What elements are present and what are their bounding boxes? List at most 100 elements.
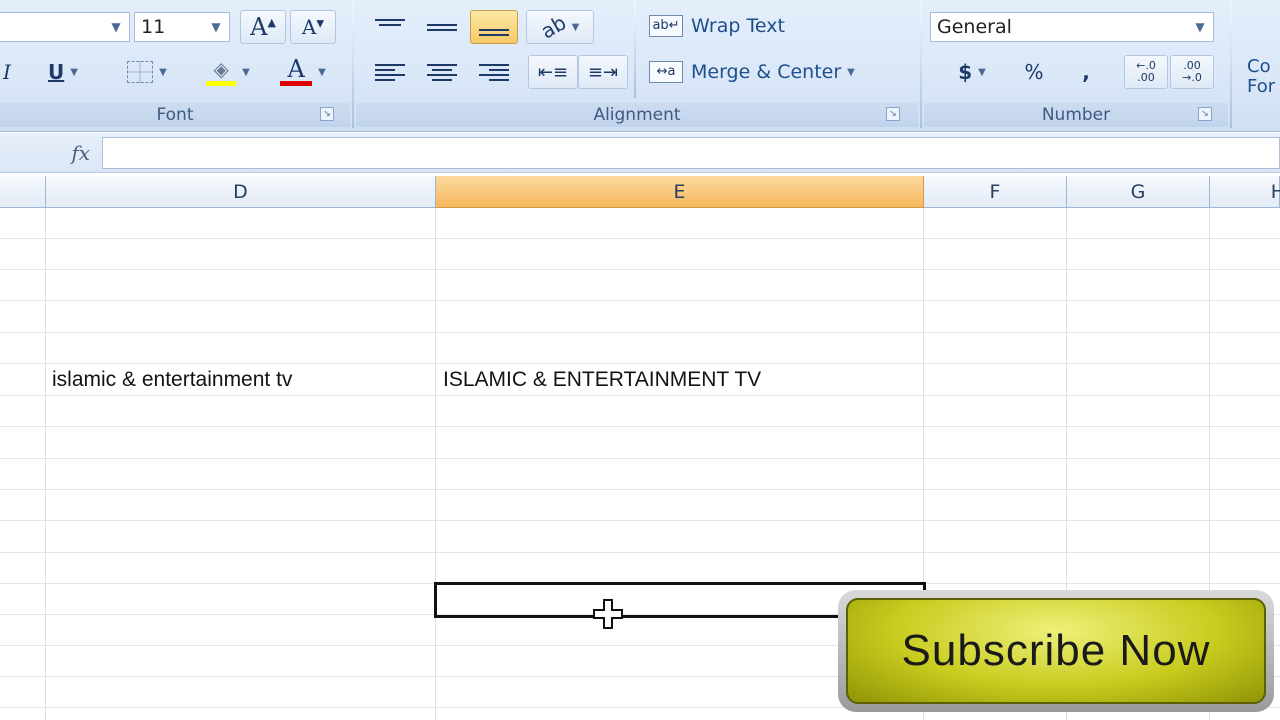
conditional-formatting-button[interactable]: Co For: [1240, 52, 1280, 102]
alignment-group-label: Alignment: [356, 103, 918, 127]
align-right-button[interactable]: [470, 55, 518, 89]
group-divider: [920, 2, 922, 128]
column-header-label: E: [673, 181, 686, 203]
currency-icon: $: [958, 60, 973, 84]
column-header-label: F: [989, 181, 1001, 203]
align-center-button[interactable]: [418, 55, 466, 89]
shrink-font-icon: A▼: [301, 15, 325, 39]
font-size-combo[interactable]: 11 ▼: [134, 12, 230, 42]
column-header-c[interactable]: [0, 176, 46, 208]
merge-center-button[interactable]: ↔a Merge & Center ▼: [648, 55, 910, 89]
increase-indent-icon: ≡⇥: [587, 61, 619, 83]
align-center-icon: [427, 63, 457, 81]
decrease-decimal-icon: .00 →.0: [1182, 59, 1202, 84]
formula-input[interactable]: [102, 137, 1280, 169]
chevron-down-icon: ▼: [159, 66, 167, 78]
gridline: [0, 426, 1280, 427]
shrink-font-button[interactable]: A▼: [290, 10, 336, 44]
italic-button[interactable]: I: [0, 55, 14, 89]
percent-style-button[interactable]: %: [1012, 55, 1056, 89]
gridline: [0, 520, 1280, 521]
font-group-label: Font: [0, 103, 350, 127]
decrease-indent-button[interactable]: ⇤≡: [528, 55, 578, 89]
chevron-down-icon: ▼: [111, 20, 121, 34]
group-divider: [1230, 2, 1232, 128]
middle-align-button[interactable]: [418, 8, 466, 42]
column-header-e[interactable]: E: [436, 176, 924, 208]
gridline: [0, 363, 1280, 364]
decrease-indent-icon: ⇤≡: [537, 61, 569, 83]
gridline: [0, 269, 1280, 270]
merge-center-icon: ↔a: [649, 61, 683, 83]
gridline: [0, 300, 1280, 301]
bottom-align-icon: [479, 28, 509, 36]
gridline: [0, 332, 1280, 333]
number-format-combo[interactable]: General ▼: [930, 12, 1214, 42]
formula-bar: fx: [0, 133, 1280, 173]
fx-icon: fx: [71, 141, 90, 165]
column-header-h[interactable]: H: [1210, 176, 1280, 208]
number-dialog-launcher-icon[interactable]: ↘: [1198, 107, 1212, 121]
decrease-decimal-button[interactable]: .00 →.0: [1170, 55, 1214, 89]
font-color-button[interactable]: A ▼: [270, 55, 336, 89]
comma-icon: ,: [1082, 60, 1090, 84]
wrap-text-icon: ab↵: [649, 15, 683, 37]
borders-button[interactable]: ▼: [112, 55, 182, 89]
insert-function-button[interactable]: fx: [0, 137, 102, 169]
orientation-button[interactable]: ab ▼: [526, 10, 594, 44]
grow-font-button[interactable]: A▲: [240, 10, 286, 44]
gridline: [45, 208, 46, 720]
align-left-icon: [375, 63, 405, 81]
chevron-down-icon: ▼: [70, 66, 78, 78]
column-header-label: D: [233, 181, 248, 203]
number-format-value: General: [937, 16, 1012, 38]
align-left-button[interactable]: [366, 55, 414, 89]
wrap-text-button[interactable]: ab↵ Wrap Text: [648, 9, 818, 43]
fill-color-button[interactable]: ◈ ▼: [196, 55, 260, 89]
bottom-align-button[interactable]: [470, 10, 518, 44]
chevron-down-icon: ▼: [847, 66, 855, 78]
merge-center-label: Merge & Center: [691, 61, 842, 83]
chevron-down-icon: ▼: [1195, 20, 1205, 34]
group-divider: [352, 2, 354, 128]
chevron-down-icon: ▼: [242, 66, 250, 78]
chevron-down-icon: ▼: [211, 20, 221, 34]
column-header-f[interactable]: F: [924, 176, 1067, 208]
underline-button[interactable]: U ▼: [28, 55, 98, 89]
number-group-label: Number: [924, 103, 1228, 127]
cell-e-text[interactable]: ISLAMIC & ENTERTAINMENT TV: [443, 368, 761, 392]
italic-icon: I: [3, 60, 11, 84]
top-align-icon: [375, 19, 405, 31]
subscribe-now-face: Subscribe Now: [846, 598, 1266, 704]
grow-font-icon: A▲: [250, 13, 276, 41]
borders-icon: [127, 61, 154, 83]
column-header-g[interactable]: G: [1067, 176, 1210, 208]
group-divider: [634, 2, 636, 98]
orientation-icon: ab: [536, 10, 570, 44]
font-dialog-launcher-icon[interactable]: ↘: [320, 107, 334, 121]
conditional-formatting-label-2: For: [1247, 76, 1276, 97]
gridline: [0, 238, 1280, 239]
chevron-down-icon: ▼: [978, 66, 986, 78]
increase-decimal-icon: ←.0.00: [1136, 59, 1156, 84]
subscribe-now-label: Subscribe Now: [901, 626, 1211, 675]
gridline: [0, 552, 1280, 553]
cell-select-cursor-icon: [593, 599, 623, 629]
conditional-formatting-label-1: Co: [1247, 56, 1271, 77]
accounting-format-button[interactable]: $ ▼: [934, 55, 1010, 89]
increase-decimal-button[interactable]: ←.0.00: [1124, 55, 1168, 89]
align-right-icon: [479, 63, 509, 81]
middle-align-icon: [427, 19, 457, 31]
top-align-button[interactable]: [366, 8, 414, 42]
alignment-dialog-launcher-icon[interactable]: ↘: [886, 107, 900, 121]
gridline: [0, 458, 1280, 459]
cell-d-text[interactable]: islamic & entertainment tv: [52, 368, 292, 392]
underline-label: U: [48, 60, 65, 84]
gridline: [0, 395, 1280, 396]
comma-style-button[interactable]: ,: [1064, 55, 1108, 89]
increase-indent-button[interactable]: ≡⇥: [578, 55, 628, 89]
column-header-d[interactable]: D: [46, 176, 436, 208]
wrap-text-label: Wrap Text: [691, 15, 785, 37]
subscribe-now-button[interactable]: Subscribe Now: [838, 590, 1274, 712]
font-name-combo-dropdown[interactable]: ▼: [0, 12, 130, 42]
